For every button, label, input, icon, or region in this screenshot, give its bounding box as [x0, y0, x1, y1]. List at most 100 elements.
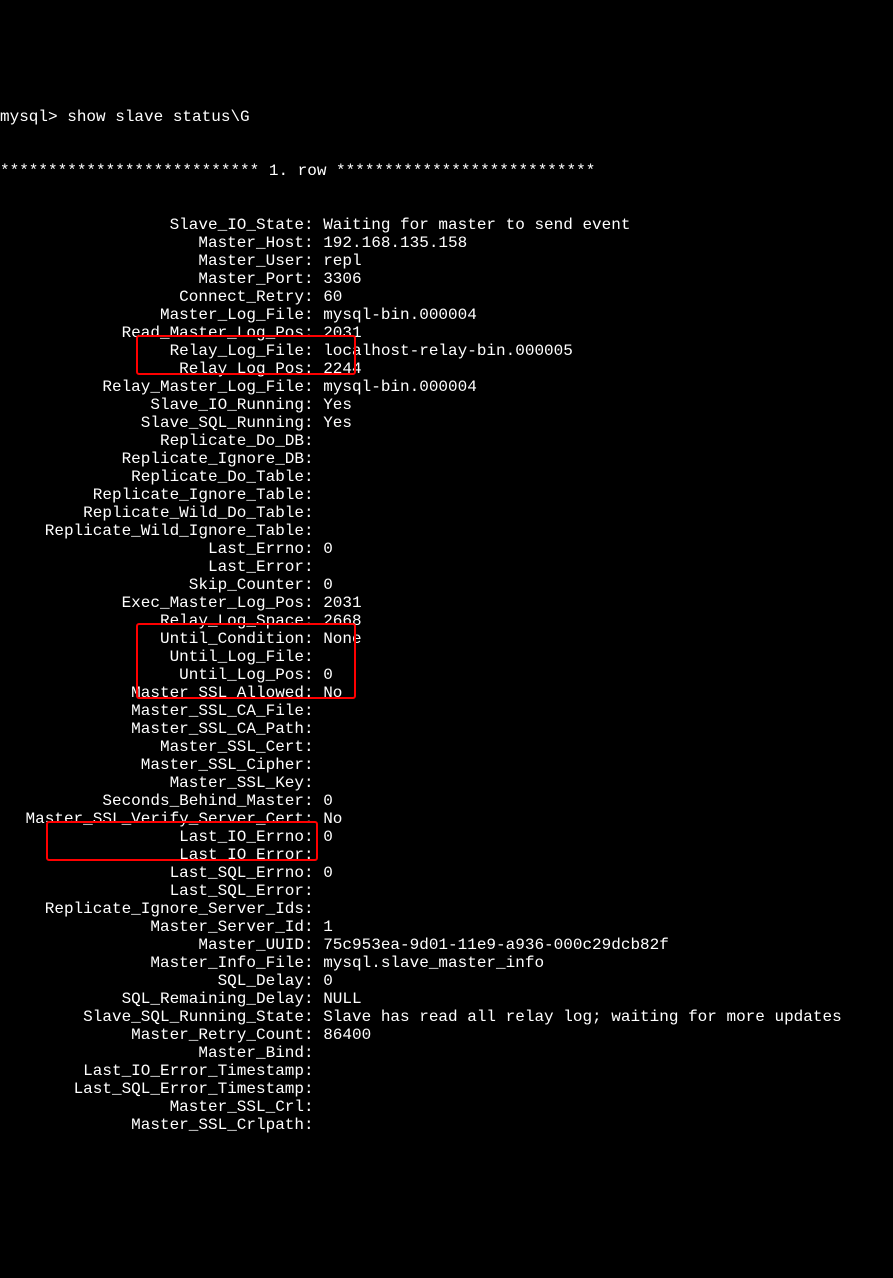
field-label: Master_Log_File [0, 306, 304, 324]
colon-separator: : [304, 810, 323, 828]
field-value: 0 [323, 666, 333, 684]
colon-separator: : [304, 1098, 323, 1116]
field-label: Master_SSL_Verify_Server_Cert [0, 810, 304, 828]
colon-separator: : [304, 306, 323, 324]
colon-separator: : [304, 684, 323, 702]
colon-separator: : [304, 720, 323, 738]
field-value: mysql-bin.000004 [323, 378, 477, 396]
colon-separator: : [304, 522, 323, 540]
status-field-row: Master_SSL_Key: [0, 774, 893, 792]
colon-separator: : [304, 918, 323, 936]
field-label: Slave_SQL_Running [0, 414, 304, 432]
field-label: SQL_Delay [0, 972, 304, 990]
field-value: 2031 [323, 594, 361, 612]
field-value: 0 [323, 540, 333, 558]
status-field-row: Until_Log_Pos: 0 [0, 666, 893, 684]
colon-separator: : [304, 900, 323, 918]
field-label: Last_Error [0, 558, 304, 576]
field-label: Master_Port [0, 270, 304, 288]
field-label: Master_User [0, 252, 304, 270]
status-field-row: Master_SSL_Verify_Server_Cert: No [0, 810, 893, 828]
status-field-row: Last_SQL_Error_Timestamp: [0, 1080, 893, 1098]
colon-separator: : [304, 738, 323, 756]
colon-separator: : [304, 576, 323, 594]
status-field-row: Master_SSL_Allowed: No [0, 684, 893, 702]
field-label: Last_IO_Error_Timestamp [0, 1062, 304, 1080]
field-label: Master_SSL_Key [0, 774, 304, 792]
field-label: Replicate_Wild_Do_Table [0, 504, 304, 522]
status-field-row: Master_Server_Id: 1 [0, 918, 893, 936]
field-value: 0 [323, 576, 333, 594]
field-label: Relay_Log_Space [0, 612, 304, 630]
status-field-row: Master_Host: 192.168.135.158 [0, 234, 893, 252]
field-label: Master_SSL_CA_File [0, 702, 304, 720]
field-value: 3306 [323, 270, 361, 288]
field-value: 2668 [323, 612, 361, 630]
status-field-row: Relay_Master_Log_File: mysql-bin.000004 [0, 378, 893, 396]
colon-separator: : [304, 774, 323, 792]
field-label: Replicate_Do_Table [0, 468, 304, 486]
field-value: 75c953ea-9d01-11e9-a936-000c29dcb82f [323, 936, 669, 954]
colon-separator: : [304, 360, 323, 378]
field-label: Slave_IO_State [0, 216, 304, 234]
field-label: Replicate_Ignore_Table [0, 486, 304, 504]
colon-separator: : [304, 882, 323, 900]
colon-separator: : [304, 234, 323, 252]
colon-separator: : [304, 630, 323, 648]
colon-separator: : [304, 378, 323, 396]
status-field-row: Slave_IO_Running: Yes [0, 396, 893, 414]
status-field-row: Master_Port: 3306 [0, 270, 893, 288]
status-field-row: Replicate_Ignore_DB: [0, 450, 893, 468]
field-label: Until_Log_Pos [0, 666, 304, 684]
colon-separator: : [304, 594, 323, 612]
status-field-row: Replicate_Ignore_Table: [0, 486, 893, 504]
field-value: localhost-relay-bin.000005 [323, 342, 573, 360]
field-value: mysql.slave_master_info [323, 954, 544, 972]
colon-separator: : [304, 468, 323, 486]
status-field-row: Replicate_Wild_Do_Table: [0, 504, 893, 522]
field-value: 2031 [323, 324, 361, 342]
field-value: None [323, 630, 361, 648]
field-label: Replicate_Wild_Ignore_Table [0, 522, 304, 540]
colon-separator: : [304, 936, 323, 954]
field-value: 2244 [323, 360, 361, 378]
status-field-row: Master_SSL_CA_File: [0, 702, 893, 720]
status-field-row: Master_SSL_Crlpath: [0, 1116, 893, 1134]
field-value: 1 [323, 918, 333, 936]
colon-separator: : [304, 486, 323, 504]
field-label: Seconds_Behind_Master [0, 792, 304, 810]
field-value: 0 [323, 972, 333, 990]
status-field-row: Skip_Counter: 0 [0, 576, 893, 594]
colon-separator: : [304, 540, 323, 558]
colon-separator: : [304, 288, 323, 306]
field-value: 0 [323, 792, 333, 810]
field-label: Skip_Counter [0, 576, 304, 594]
field-value: NULL [323, 990, 361, 1008]
colon-separator: : [304, 666, 323, 684]
status-field-row: Last_Errno: 0 [0, 540, 893, 558]
status-field-row: Exec_Master_Log_Pos: 2031 [0, 594, 893, 612]
field-value: Slave has read all relay log; waiting fo… [323, 1008, 841, 1026]
status-field-row: Master_Bind: [0, 1044, 893, 1062]
status-field-row: Replicate_Ignore_Server_Ids: [0, 900, 893, 918]
status-field-row: Last_IO_Errno: 0 [0, 828, 893, 846]
field-label: Master_Info_File [0, 954, 304, 972]
field-label: Master_UUID [0, 936, 304, 954]
field-value: No [323, 684, 342, 702]
field-value: mysql-bin.000004 [323, 306, 477, 324]
status-field-row: Last_Error: [0, 558, 893, 576]
colon-separator: : [304, 504, 323, 522]
colon-separator: : [304, 1008, 323, 1026]
field-label: Master_SSL_Cert [0, 738, 304, 756]
status-field-row: Replicate_Do_Table: [0, 468, 893, 486]
colon-separator: : [304, 1062, 323, 1080]
field-label: Replicate_Do_DB [0, 432, 304, 450]
field-label: Master_SSL_CA_Path [0, 720, 304, 738]
field-label: Until_Log_File [0, 648, 304, 666]
status-field-row: Replicate_Do_DB: [0, 432, 893, 450]
colon-separator: : [304, 954, 323, 972]
status-field-row: Master_SSL_Cert: [0, 738, 893, 756]
field-label: Master_SSL_Cipher [0, 756, 304, 774]
field-value: Waiting for master to send event [323, 216, 630, 234]
status-field-row: Last_SQL_Errno: 0 [0, 864, 893, 882]
